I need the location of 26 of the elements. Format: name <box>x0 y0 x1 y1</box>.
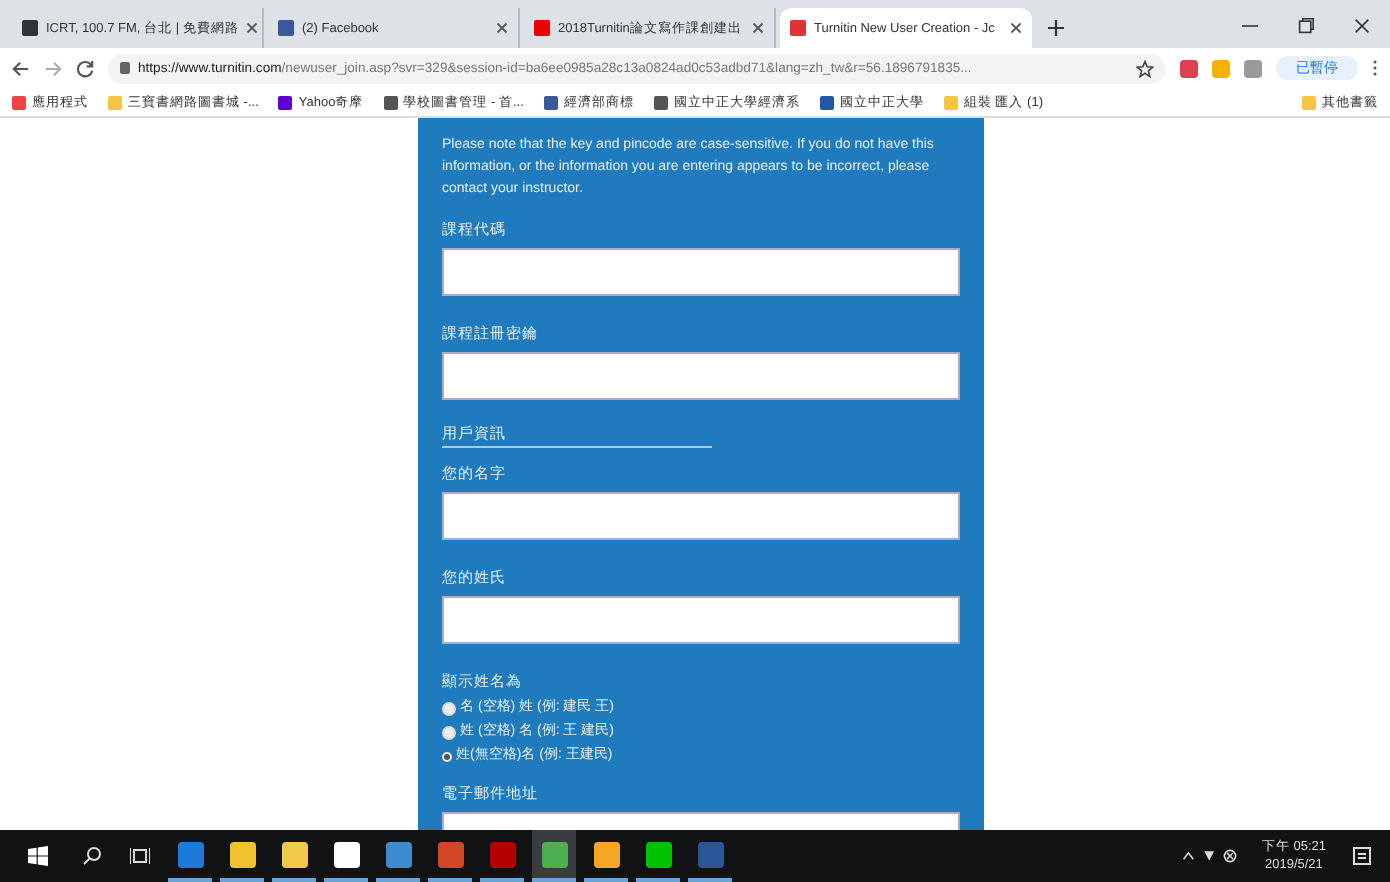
star-icon[interactable] <box>1136 59 1154 77</box>
input-field[interactable] <box>442 596 960 644</box>
close-icon[interactable] <box>496 22 508 34</box>
close-icon[interactable] <box>1354 18 1370 34</box>
site-icon <box>278 20 294 36</box>
radio-button[interactable] <box>442 751 452 761</box>
back-icon[interactable] <box>12 59 30 77</box>
close-icon[interactable] <box>246 22 259 34</box>
reload-icon[interactable] <box>76 59 94 77</box>
input-field[interactable] <box>442 248 960 296</box>
close-icon[interactable] <box>1010 22 1022 34</box>
input-field[interactable] <box>442 352 960 400</box>
site-icon <box>534 20 550 36</box>
task-view-icon[interactable] <box>130 846 150 866</box>
notification-icon[interactable] <box>1352 846 1372 866</box>
input-field[interactable] <box>442 492 960 540</box>
maximize-icon[interactable] <box>1298 18 1314 34</box>
radio-button[interactable] <box>442 701 456 715</box>
site-icon <box>22 20 38 36</box>
site-icon <box>790 20 806 36</box>
search-icon[interactable] <box>82 846 102 866</box>
menu-icon[interactable] <box>1372 58 1378 78</box>
close-icon[interactable] <box>752 22 764 34</box>
new-tab-icon[interactable] <box>1048 20 1064 36</box>
windows-icon[interactable] <box>28 846 48 866</box>
radio-button[interactable] <box>442 725 456 739</box>
